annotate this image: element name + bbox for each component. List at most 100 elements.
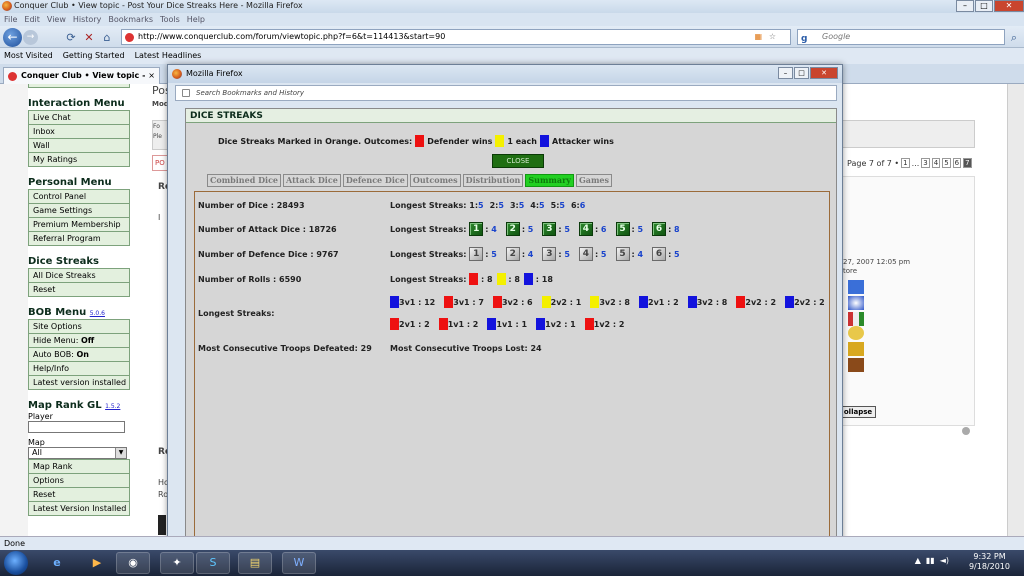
- folder-taskbar-icon[interactable]: ▤: [238, 552, 272, 574]
- page-link-5[interactable]: 5: [942, 158, 951, 168]
- sidebar-item-inbox[interactable]: Inbox: [28, 125, 130, 139]
- tab-games[interactable]: Games: [575, 174, 613, 187]
- sidebar-item-help-info[interactable]: Help/Info: [28, 362, 130, 376]
- bookmark-star-icon[interactable]: ☆: [769, 30, 776, 44]
- grey-die-icon: 1: [469, 247, 484, 261]
- popup-minimize-button[interactable]: –: [778, 67, 793, 79]
- back-button[interactable]: ←: [3, 28, 22, 47]
- blue-swatch: [487, 318, 497, 330]
- streak-value: 4: [527, 249, 534, 259]
- maximize-button[interactable]: □: [975, 0, 993, 12]
- menu-file[interactable]: File: [4, 13, 17, 26]
- hide-menu-value: Off: [81, 336, 95, 345]
- bookmark-getting-started[interactable]: Getting Started: [63, 48, 125, 64]
- tab-defence-dice[interactable]: Defence Dice: [342, 174, 408, 187]
- skype-taskbar-icon[interactable]: S: [196, 552, 230, 574]
- sidebar-item-my-ratings[interactable]: My Ratings: [28, 153, 130, 167]
- number-of-defence-dice: Number of Defence Dice : 9767: [198, 250, 339, 259]
- dice-streaks-panel: DICE STREAKS Dice Streaks Marked in Oran…: [185, 108, 837, 550]
- forward-button[interactable]: →: [23, 30, 38, 45]
- tab-outcomes[interactable]: Outcomes: [409, 174, 461, 187]
- menu-edit[interactable]: Edit: [24, 13, 40, 26]
- bob-version-link[interactable]: 5.0.6: [90, 310, 105, 317]
- page-link-1[interactable]: 1: [901, 158, 910, 168]
- sidebar-item-game-settings[interactable]: Game Settings: [28, 204, 130, 218]
- map-rank-version-link[interactable]: 1.5.2: [105, 403, 120, 410]
- red-swatch: [492, 296, 502, 308]
- refresh-icon[interactable]: ⟳: [63, 30, 79, 45]
- streak-value: 6: [600, 224, 607, 234]
- media-player-icon[interactable]: ▶: [80, 552, 114, 574]
- sidebar-item-wall[interactable]: Wall: [28, 139, 130, 153]
- map-select[interactable]: All ▼: [28, 446, 127, 459]
- grey-die-icon: 4: [578, 247, 593, 261]
- face-label: 5:: [550, 201, 560, 210]
- browser-tab[interactable]: Conquer Club • View topic - Post ... ×: [3, 67, 160, 96]
- search-input[interactable]: g Google: [797, 29, 1005, 45]
- map-label: Map: [28, 437, 45, 447]
- sidebar-item-map-latest[interactable]: Latest Version Installed: [28, 501, 130, 516]
- sidebar-item-all-dice-streaks[interactable]: All Dice Streaks: [28, 268, 130, 283]
- streak-value: 5: [674, 249, 680, 259]
- app-taskbar-icon[interactable]: ✦: [160, 552, 194, 574]
- volume-icon[interactable]: ◄): [940, 556, 949, 565]
- dice-close-button[interactable]: CLOSE: [492, 154, 544, 168]
- sidebar-item-referral[interactable]: Referral Program: [28, 232, 130, 246]
- menu-bookmarks[interactable]: Bookmarks: [108, 13, 153, 26]
- bg-right-box: [840, 120, 975, 148]
- tab-distribution[interactable]: Distribution: [462, 174, 524, 187]
- bg-i: I: [158, 213, 161, 222]
- outcome-streak: 3v2 : 8: [696, 297, 728, 307]
- tab-close-icon[interactable]: ×: [148, 68, 155, 84]
- word-taskbar-icon[interactable]: W: [282, 552, 316, 574]
- longest-streaks-label: Longest Streaks:: [390, 201, 467, 210]
- sidebar-item-map-rank[interactable]: Map Rank: [28, 458, 130, 474]
- minimize-button[interactable]: –: [956, 0, 974, 12]
- tab-combined-dice[interactable]: Combined Dice: [207, 174, 282, 187]
- sidebar-item-live-chat[interactable]: Live Chat: [28, 110, 130, 125]
- page-scrollbar[interactable]: [1007, 84, 1024, 536]
- tab-summary[interactable]: Summary: [525, 174, 574, 187]
- outcome-streak: 3v2 : 6: [501, 297, 533, 307]
- sidebar-item-auto-bob[interactable]: Auto BOB: On: [28, 348, 130, 362]
- bookmark-latest-headlines[interactable]: Latest Headlines: [135, 48, 202, 64]
- streak-value: 5: [491, 249, 497, 259]
- popup-search-bar[interactable]: Search Bookmarks and History: [175, 85, 837, 101]
- sidebar-item-bob-latest[interactable]: Latest version installed: [28, 376, 130, 390]
- sidebar-item-control-panel[interactable]: Control Panel: [28, 189, 130, 204]
- start-button[interactable]: [4, 551, 28, 575]
- outcome-streak: 2v1 : 2: [648, 297, 679, 307]
- tab-attack-dice[interactable]: Attack Dice: [283, 174, 341, 187]
- rss-icon[interactable]: ▦: [754, 30, 762, 44]
- sidebar-item-map-reset[interactable]: Reset: [28, 487, 130, 502]
- page-link-7[interactable]: 7: [963, 158, 972, 168]
- popup-search-text: Search Bookmarks and History: [196, 89, 305, 97]
- page-link-3[interactable]: 3: [921, 158, 930, 168]
- page-link-4[interactable]: 4: [931, 158, 941, 168]
- popup-close-button[interactable]: ✕: [810, 67, 838, 79]
- firefox-taskbar-icon[interactable]: ◉: [116, 552, 150, 574]
- search-go-icon[interactable]: ⌕: [1006, 30, 1022, 45]
- close-window-button[interactable]: ✕: [994, 0, 1024, 12]
- page-link-6[interactable]: 6: [952, 158, 962, 168]
- sidebar-item-premium[interactable]: Premium Membership: [28, 218, 130, 232]
- sidebar-item-dice-reset[interactable]: Reset: [28, 283, 130, 297]
- player-input[interactable]: [28, 421, 125, 433]
- taskbar-clock[interactable]: 9:32 PM 9/18/2010: [969, 552, 1010, 572]
- home-icon[interactable]: ⌂: [99, 30, 115, 45]
- network-icon[interactable]: ▮▮: [926, 556, 935, 565]
- tray-arrow-icon[interactable]: ▲: [915, 556, 921, 565]
- menu-help[interactable]: Help: [187, 13, 205, 26]
- menu-history[interactable]: History: [73, 13, 101, 26]
- sidebar-item-site-options[interactable]: Site Options: [28, 319, 130, 334]
- bookmark-most-visited[interactable]: Most Visited: [4, 48, 53, 64]
- menu-view[interactable]: View: [47, 13, 66, 26]
- stop-icon[interactable]: ✕: [81, 30, 97, 45]
- sidebar-item-hide-menu[interactable]: Hide Menu: Off: [28, 334, 130, 348]
- address-bar[interactable]: http://www.conquerclub.com/forum/viewtop…: [121, 29, 791, 45]
- menu-tools[interactable]: Tools: [160, 13, 180, 26]
- collapse-button[interactable]: ollapse: [840, 406, 876, 418]
- sidebar-item-map-options[interactable]: Options: [28, 473, 130, 488]
- ie-icon[interactable]: e: [40, 552, 74, 574]
- popup-maximize-button[interactable]: □: [794, 67, 809, 79]
